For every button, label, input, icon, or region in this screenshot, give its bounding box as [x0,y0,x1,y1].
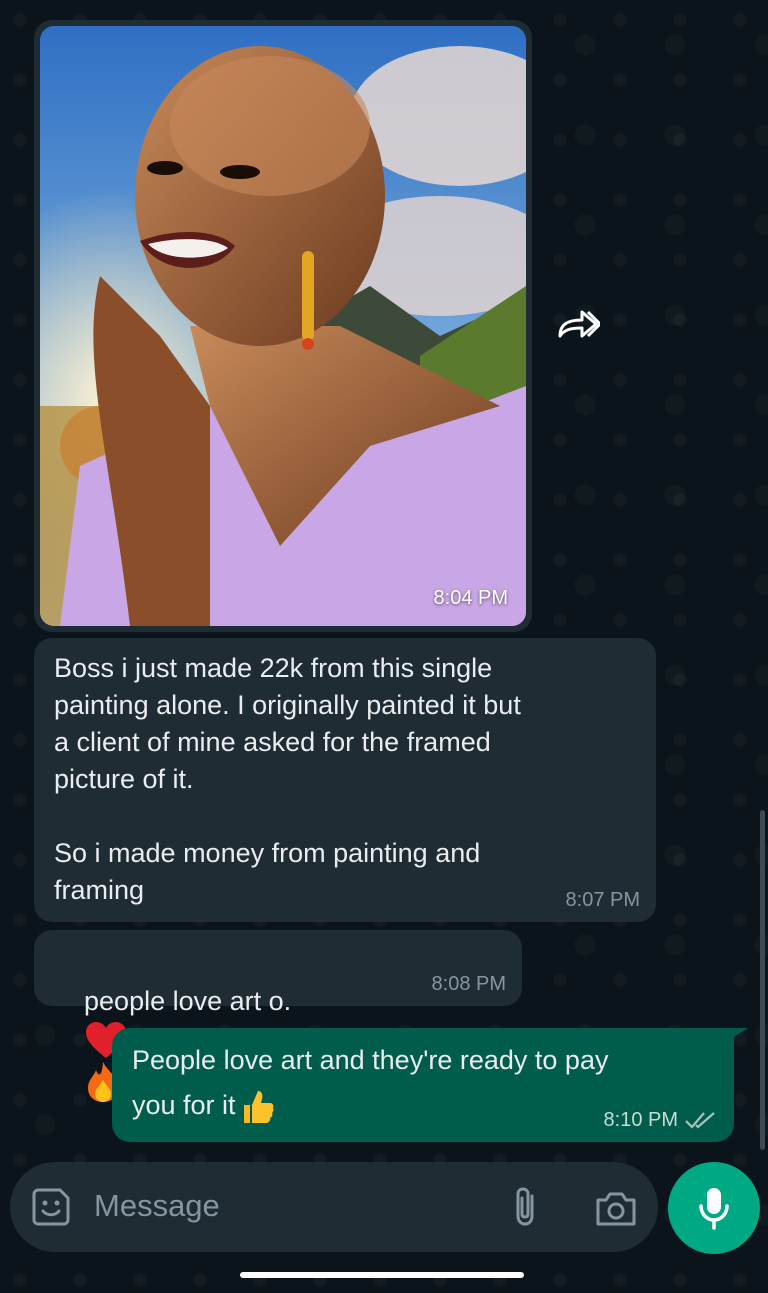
camera-icon[interactable] [594,1188,638,1228]
home-indicator[interactable] [240,1272,524,1278]
message-time: 8:08 PM [431,973,506,995]
message-time: 8:07 PM [565,889,640,911]
microphone-button[interactable] [668,1162,760,1254]
sticker-icon[interactable] [30,1186,72,1228]
portrait-painting-image[interactable]: 8:04 PM [40,26,526,626]
incoming-message[interactable]: people love art o. 8:08 PM [34,930,522,1102]
scrollbar[interactable] [760,810,765,1150]
thumbs-up-icon [243,1090,273,1123]
message-text: Boss i just made 22k from this single pa… [54,653,521,905]
message-text: people love art o. [84,986,292,1016]
message-time: 8:10 PM [603,1109,678,1131]
incoming-message[interactable]: Boss i just made 22k from this single pa… [34,638,656,922]
forward-icon[interactable] [556,306,600,342]
image-message[interactable]: 8:04 PM [34,20,532,632]
outgoing-message[interactable]: People love art and they're ready to pay… [112,1028,734,1142]
message-text: People love art and they're ready to pay… [132,1045,609,1120]
microphone-icon [699,1188,729,1230]
paperclip-icon[interactable] [510,1184,540,1230]
double-tick-icon [685,1112,715,1129]
message-time: 8:04 PM [433,587,508,609]
message-input-bar[interactable]: Message [10,1162,658,1252]
message-input[interactable]: Message [94,1188,220,1224]
